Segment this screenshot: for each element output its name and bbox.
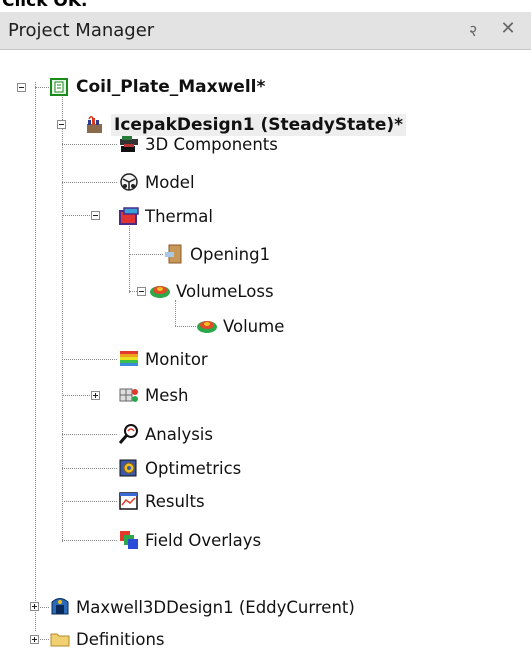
tree-item-field-overlays[interactable]: Field Overlays: [118, 526, 261, 554]
pin-icon[interactable]: २: [469, 19, 485, 40]
tree-item-thermal[interactable]: Thermal: [118, 202, 213, 230]
tree-item-label: Volume: [223, 316, 285, 336]
tree-item-label: VolumeLoss: [176, 281, 274, 301]
tree-item-label: Mesh: [145, 385, 189, 405]
analysis-icon: [118, 423, 140, 445]
tree-item-label: Model: [145, 172, 195, 192]
tree-item-label: Analysis: [145, 424, 213, 444]
tree-item-label: Coil_Plate_Maxwell*: [76, 77, 266, 97]
tree-item-label: 3D Components: [145, 134, 278, 154]
tree-item-results[interactable]: Results: [118, 487, 205, 515]
collapse-toggle-volumeloss[interactable]: [137, 287, 146, 296]
tree-item-label: Field Overlays: [145, 530, 262, 550]
opening-icon: [163, 243, 185, 265]
tree-item-label: Monitor: [145, 349, 208, 369]
project-icon: [49, 76, 71, 98]
tree-item-opening1[interactable]: Opening1: [163, 240, 270, 268]
tree-item-label: Optimetrics: [145, 458, 242, 478]
tree-item-volumeloss[interactable]: VolumeLoss: [149, 277, 274, 305]
volume-icon: [196, 315, 218, 337]
field-overlays-icon: [118, 529, 140, 551]
tree-item-project[interactable]: Coil_Plate_Maxwell*: [49, 73, 265, 101]
icepak-design-icon: [84, 114, 106, 136]
panel-header: Project Manager २ ✕: [0, 12, 531, 50]
model-icon: [118, 171, 140, 193]
cropped-instruction-text: Click OK.: [0, 0, 531, 12]
3d-components-icon: [118, 133, 140, 155]
tree-item-label: Maxwell3DDesign1 (EddyCurrent): [76, 597, 355, 617]
tree-item-label: Opening1: [190, 244, 271, 264]
collapse-toggle-project[interactable]: [17, 83, 26, 92]
tree-item-monitor[interactable]: Monitor: [118, 345, 208, 373]
monitor-icon: [118, 348, 140, 370]
tree-item-definitions[interactable]: Definitions: [49, 625, 165, 653]
close-icon[interactable]: ✕: [498, 18, 518, 40]
tree-item-optimetrics[interactable]: Optimetrics: [118, 454, 241, 482]
tree-item-analysis[interactable]: Analysis: [118, 420, 213, 448]
project-tree: Coil_Plate_Maxwell* IcepakDesign1 (Stead…: [0, 50, 531, 649]
results-icon: [118, 490, 140, 512]
collapse-toggle-icepak[interactable]: [57, 120, 66, 129]
expand-toggle-maxwell[interactable]: [30, 602, 39, 611]
collapse-toggle-thermal[interactable]: [91, 211, 100, 220]
volume-loss-icon: [149, 280, 171, 302]
expand-toggle-mesh[interactable]: [91, 391, 100, 400]
optimetrics-icon: [118, 457, 140, 479]
tree-item-label: Results: [145, 491, 205, 511]
instruction-fragment: Click OK.: [2, 0, 88, 11]
tree-item-label: Definitions: [76, 629, 165, 649]
tree-item-label: Thermal: [145, 206, 213, 226]
folder-icon: [49, 628, 71, 650]
tree-item-maxwell-design[interactable]: Maxwell3DDesign1 (EddyCurrent): [49, 593, 355, 621]
tree-item-model[interactable]: Model: [118, 168, 195, 196]
tree-item-mesh[interactable]: Mesh: [118, 381, 188, 409]
maxwell-design-icon: [49, 596, 71, 618]
tree-item-3d-components[interactable]: 3D Components: [118, 130, 278, 158]
expand-toggle-definitions[interactable]: [30, 635, 39, 644]
panel-title: Project Manager: [8, 20, 155, 41]
tree-item-volume[interactable]: Volume: [196, 312, 284, 340]
thermal-icon: [118, 205, 140, 227]
mesh-icon: [118, 384, 140, 406]
